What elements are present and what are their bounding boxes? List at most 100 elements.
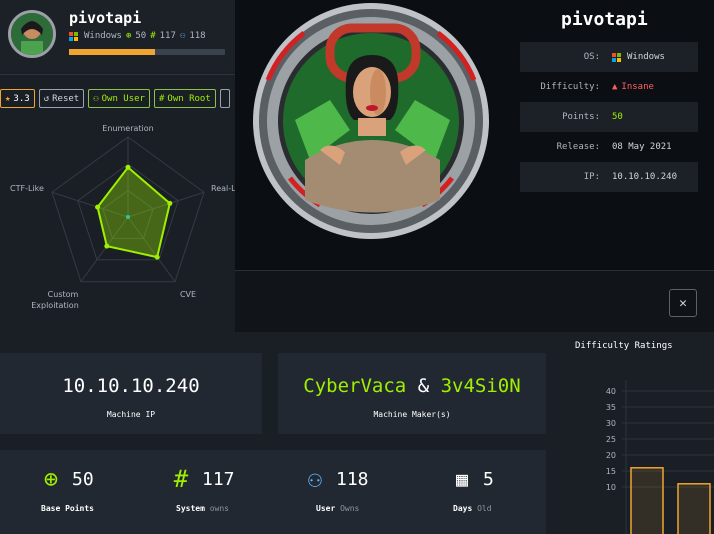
y-tick-label: 40 xyxy=(606,387,616,396)
y-tick-label: 30 xyxy=(606,419,616,428)
y-tick-label: 15 xyxy=(606,467,616,476)
system-owns-value: 118 xyxy=(189,31,206,41)
difficulty-bar xyxy=(677,483,711,534)
user-owns-value: 117 xyxy=(159,31,176,41)
more-button[interactable] xyxy=(219,89,230,108)
user-icon: ⚇ xyxy=(93,93,99,104)
maker-link-1[interactable]: CyberVaca xyxy=(303,375,406,397)
user-icon: ⚇ xyxy=(307,465,323,493)
reset-label: Reset xyxy=(52,93,80,104)
stats-card: ⊕ 50 Base Points # 117 System owns ⚇ 118… xyxy=(0,450,546,534)
info-row-ip: IP: 10.10.10.240 xyxy=(520,162,698,192)
ip-key: IP: xyxy=(583,172,600,182)
hash-icon: # xyxy=(173,465,189,493)
own-user-button[interactable]: ⚇ Own User xyxy=(88,89,150,108)
days-old-value: 5 xyxy=(483,469,494,490)
hash-icon: # xyxy=(158,93,165,104)
machine-ip-value: 10.10.10.240 xyxy=(62,375,200,397)
difficulty-bar xyxy=(630,467,664,534)
days-old-label: Days Old xyxy=(453,504,492,513)
difficulty-value: ▲ Insane xyxy=(612,82,654,92)
axis-label-exploitation: Exploitation xyxy=(31,301,79,310)
difficulty-chart: 40 35 30 25 20 15 10 xyxy=(606,380,714,534)
target-icon: ⊕ xyxy=(125,31,132,41)
points-value: 50 xyxy=(612,112,623,122)
maker-separator: & xyxy=(417,375,430,397)
radar-point xyxy=(125,164,131,170)
info-row-os: OS: Windows xyxy=(520,42,698,72)
rating-value: 3.3 xyxy=(13,93,30,104)
radar-point xyxy=(154,254,160,260)
reset-icon: ↺ xyxy=(43,93,50,104)
calendar-icon: ▦ xyxy=(455,467,469,491)
axis-label-real-life: Real-Li xyxy=(211,184,238,193)
reset-button[interactable]: ↺ Reset xyxy=(38,89,85,108)
windows-icon xyxy=(612,52,621,62)
skills-radar-chart: Enumeration Real-Li CVE Custom Exploitat… xyxy=(10,124,238,310)
warning-icon: ▲ xyxy=(612,82,618,92)
base-points-label: Base Points xyxy=(41,504,94,513)
machine-avatar xyxy=(8,10,56,58)
machine-ip-card: 10.10.10.240 Machine IP xyxy=(0,353,262,434)
modal-footer xyxy=(235,270,714,332)
hash-icon: # xyxy=(150,31,156,41)
y-tick-label: 20 xyxy=(606,451,616,460)
radar-point xyxy=(104,243,110,249)
user-owns-label: User Owns xyxy=(316,504,360,513)
os-value-text: Windows xyxy=(627,52,665,62)
machine-ip-label: Machine IP xyxy=(106,410,156,419)
release-key: Release: xyxy=(556,142,600,152)
progress-fill xyxy=(69,49,155,55)
stat-base-points: ⊕ 50 Base Points xyxy=(36,462,156,522)
user-owns-value: 118 xyxy=(336,469,369,490)
rating-button[interactable]: ★ 3.3 xyxy=(0,89,35,108)
system-owns-label: System owns xyxy=(176,504,229,513)
difficulty-title: Difficulty Ratings xyxy=(575,341,673,351)
info-row-difficulty: Difficulty: ▲ Insane xyxy=(520,72,698,102)
machine-meta: Windows ⊕ 50 # 117 ⚇ 118 xyxy=(69,31,206,41)
machine-header: pivotapi Windows ⊕ 50 # 117 ⚇ 118 xyxy=(0,0,240,72)
machine-makers-label: Machine Maker(s) xyxy=(373,410,451,419)
axis-label-custom: Custom xyxy=(48,290,79,299)
close-icon: ✕ xyxy=(679,295,687,311)
y-tick-label: 35 xyxy=(606,403,616,412)
maker-link-2[interactable]: 3v4Si0N xyxy=(441,375,521,397)
close-button[interactable]: ✕ xyxy=(669,289,697,317)
machine-modal: pivotapi OS: Windows Difficulty: ▲ Insan… xyxy=(235,0,714,332)
info-row-points: Points: 50 xyxy=(520,102,698,132)
own-root-button[interactable]: # Own Root xyxy=(153,89,216,108)
points-key: Points: xyxy=(562,112,600,122)
os-value: Windows xyxy=(612,52,665,62)
points-value: 50 xyxy=(135,31,147,41)
system-owns-value: 117 xyxy=(202,469,235,490)
os-key: OS: xyxy=(583,52,600,62)
info-row-release: Release: 08 May 2021 xyxy=(520,132,698,162)
owned-progress-bar xyxy=(69,49,225,55)
stat-system-owns: # 117 System owns xyxy=(166,462,286,522)
user-icon: ⚇ xyxy=(179,31,186,41)
y-tick-label: 25 xyxy=(606,435,616,444)
radar-point xyxy=(95,204,101,210)
axis-label-enumeration: Enumeration xyxy=(102,124,153,133)
machine-logo xyxy=(253,3,489,239)
radar-center xyxy=(126,215,130,219)
windows-icon xyxy=(69,31,78,41)
axis-label-ctf-like: CTF-Like xyxy=(10,184,44,193)
own-user-label: Own User xyxy=(101,93,145,104)
machine-makers-card: CyberVaca & 3v4Si0N Machine Maker(s) xyxy=(278,353,546,434)
divider xyxy=(0,74,240,75)
target-icon: ⊕ xyxy=(43,465,59,493)
radar-point xyxy=(167,200,173,206)
modal-title: pivotapi xyxy=(561,9,648,30)
axis-label-cve: CVE xyxy=(180,290,196,299)
star-icon: ★ xyxy=(5,93,11,104)
base-points-value: 50 xyxy=(72,469,94,490)
ip-value: 10.10.10.240 xyxy=(612,172,678,182)
radar-area xyxy=(96,165,171,259)
release-value: 08 May 2021 xyxy=(612,142,672,152)
machine-makers: CyberVaca & 3v4Si0N xyxy=(278,375,546,397)
os-label: Windows xyxy=(84,31,122,41)
difficulty-key: Difficulty: xyxy=(540,82,600,92)
stat-days-old: ▦ 5 Days Old xyxy=(447,462,567,522)
own-root-label: Own Root xyxy=(167,93,211,104)
